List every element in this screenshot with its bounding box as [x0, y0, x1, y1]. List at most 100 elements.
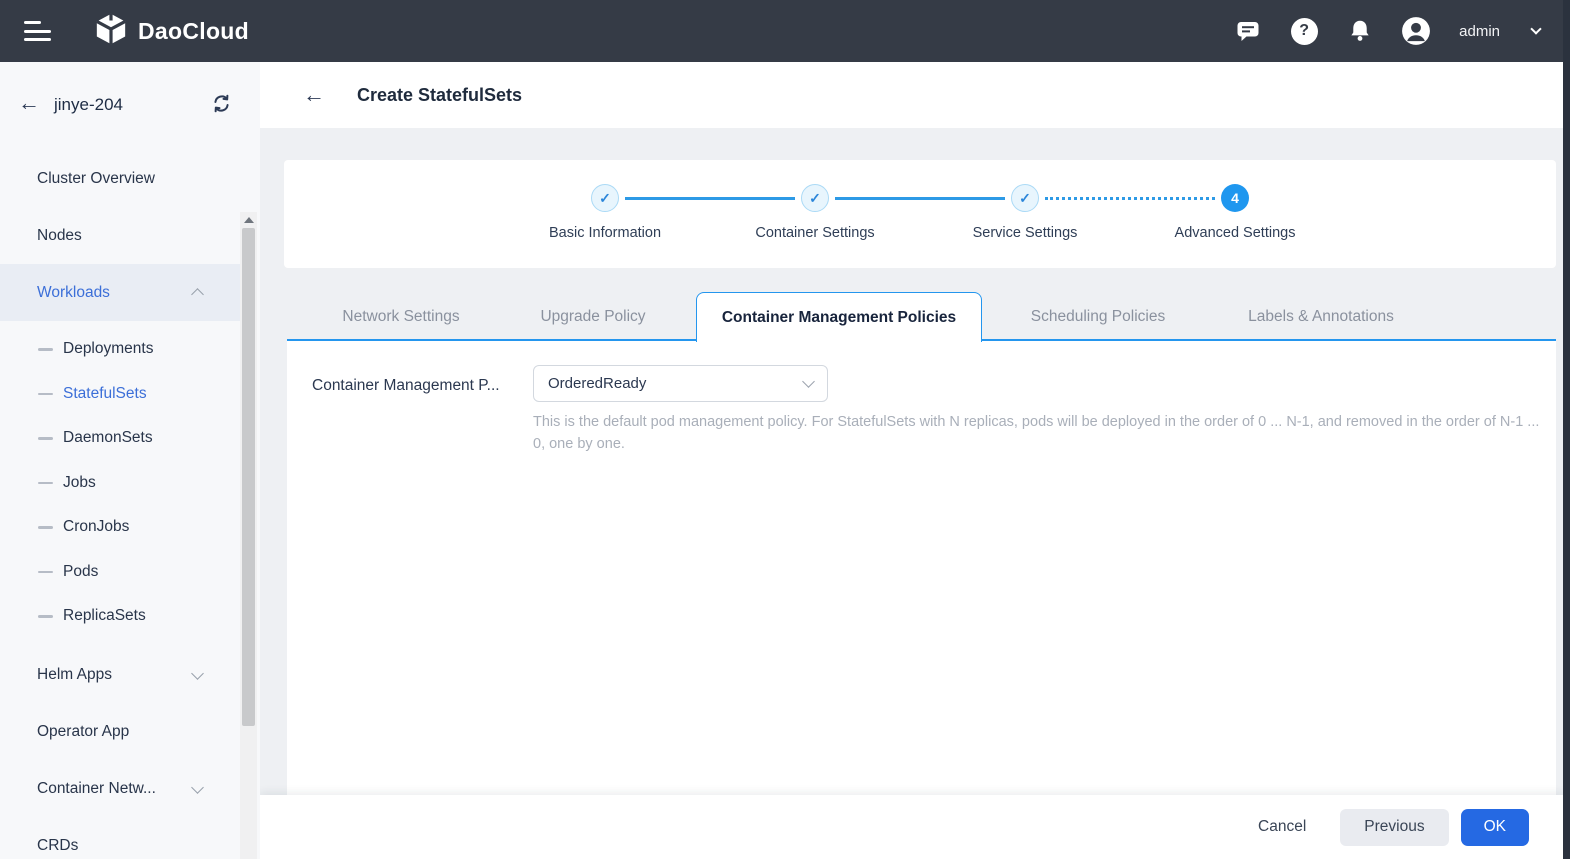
select-value: OrderedReady	[548, 375, 647, 392]
sidebar-item-deployments[interactable]: Deployments	[0, 327, 240, 372]
step-check-icon	[801, 184, 829, 212]
switch-cluster-icon[interactable]	[211, 93, 232, 119]
tab-label: Scheduling Policies	[1030, 307, 1166, 325]
tab-upgrade-policy[interactable]: Upgrade Policy	[540, 292, 645, 341]
step-advanced-settings[interactable]: 4 Advanced Settings	[1130, 184, 1340, 241]
sidebar-item-label: StatefulSets	[63, 384, 147, 402]
sidebar-item-label: CRDs	[37, 837, 79, 854]
stepper-card: Basic Information Container Settings Ser…	[284, 160, 1556, 268]
step-connector-dotted	[1045, 197, 1215, 200]
brand-name: DaoCloud	[138, 17, 249, 44]
sidebar-scrollbar-thumb[interactable]	[242, 228, 255, 726]
top-navigation-bar: DaoCloud ? admin	[0, 0, 1570, 62]
tab-network-settings[interactable]: Network Settings	[342, 292, 459, 341]
sidebar-item-label: Pods	[63, 562, 99, 580]
tab-label: Upgrade Policy	[540, 307, 646, 325]
daocloud-cube-icon	[94, 12, 128, 51]
step-container-settings[interactable]: Container Settings	[710, 184, 920, 241]
scroll-up-arrow-icon[interactable]	[244, 217, 254, 223]
stepper: Basic Information Container Settings Ser…	[500, 160, 1340, 268]
sidebar-item-label: CronJobs	[63, 518, 130, 536]
sidebar-item-label: DaemonSets	[63, 429, 153, 447]
chevron-down-icon	[191, 780, 204, 794]
sidebar: ← jinye-204 Cluster Overview Nodes Workl…	[0, 62, 260, 859]
select-chevron-down-icon	[802, 375, 815, 388]
step-label: Basic Information	[548, 225, 662, 241]
step-label: Service Settings	[972, 225, 1078, 241]
sidebar-item-container-network[interactable]: Container Netw...	[0, 761, 240, 818]
sidebar-item-workloads[interactable]: Workloads	[0, 264, 240, 321]
dash-icon	[38, 526, 53, 529]
dash-icon	[38, 437, 53, 440]
sidebar-item-label: ReplicaSets	[63, 607, 146, 625]
sidebar-item-cronjobs[interactable]: CronJobs	[0, 505, 240, 550]
sidebar-item-label: Workloads	[37, 283, 110, 301]
step-label: Advanced Settings	[1174, 225, 1296, 241]
step-number: 4	[1221, 184, 1249, 212]
main-content: Basic Information Container Settings Ser…	[260, 128, 1563, 859]
tab-label: Labels & Annotations	[1248, 307, 1394, 325]
container-management-policy-select[interactable]: OrderedReady	[533, 365, 828, 402]
tab-label: Container Management Policies	[721, 308, 957, 326]
cancel-button[interactable]: Cancel	[1258, 818, 1306, 836]
dash-icon	[38, 615, 53, 618]
sidebar-item-cluster-overview[interactable]: Cluster Overview	[0, 150, 240, 207]
page-back-arrow-icon[interactable]: ←	[303, 84, 325, 106]
step-connector	[625, 197, 795, 200]
dash-icon	[38, 481, 53, 484]
cluster-name: jinye-204	[54, 95, 123, 114]
page-header: ← Create StatefulSets	[260, 62, 1563, 128]
sidebar-item-helm-apps[interactable]: Helm Apps	[0, 647, 240, 704]
page-title: Create StatefulSets	[357, 84, 523, 105]
help-icon[interactable]: ?	[1289, 16, 1319, 46]
sidebar-item-nodes[interactable]: Nodes	[0, 207, 240, 264]
tab-bar: Network Settings Upgrade Policy Containe…	[287, 292, 1556, 342]
policy-help-text: This is the default pod management polic…	[533, 414, 1540, 452]
container-management-policy-label: Container Management P...	[312, 377, 500, 394]
step-service-settings[interactable]: Service Settings	[920, 184, 1130, 241]
sidebar-scrollbar[interactable]	[240, 212, 257, 859]
sidebar-menu: Cluster Overview Nodes Workloads Deploym…	[0, 150, 240, 859]
chevron-down-icon	[191, 666, 204, 680]
sidebar-cluster-header: ← jinye-204	[0, 62, 260, 150]
sidebar-item-label: Operator App	[37, 723, 130, 740]
page-scrollbar[interactable]	[1563, 0, 1570, 859]
tab-scheduling-policies[interactable]: Scheduling Policies	[1031, 292, 1165, 341]
dash-icon	[38, 392, 53, 395]
sidebar-item-daemonsets[interactable]: DaemonSets	[0, 416, 240, 461]
sidebar-item-statefulsets[interactable]: StatefulSets	[0, 372, 240, 417]
chevron-up-icon	[191, 288, 204, 301]
workloads-submenu: Deployments StatefulSets DaemonSets Jobs…	[0, 321, 240, 647]
cluster-back-arrow-icon[interactable]: ←	[18, 92, 40, 114]
dash-icon	[38, 348, 53, 351]
action-footer: Cancel Previous OK	[260, 795, 1563, 859]
sidebar-item-label: Container Netw...	[37, 780, 156, 797]
tab-labels-annotations[interactable]: Labels & Annotations	[1248, 292, 1394, 341]
step-label: Container Settings	[755, 225, 875, 241]
sidebar-item-crds[interactable]: CRDs	[0, 818, 240, 859]
sidebar-item-label: Jobs	[63, 473, 96, 491]
previous-button[interactable]: Previous	[1340, 808, 1449, 846]
dash-icon	[38, 570, 53, 573]
sidebar-item-jobs[interactable]: Jobs	[0, 461, 240, 506]
sidebar-item-label: Nodes	[37, 226, 82, 244]
step-basic-information[interactable]: Basic Information	[500, 184, 710, 241]
tab-panel: Container Management P... OrderedReady T…	[287, 341, 1556, 795]
sidebar-item-label: Helm Apps	[37, 666, 112, 683]
step-check-icon	[1011, 184, 1039, 212]
step-connector	[835, 197, 1005, 200]
sidebar-item-replicasets[interactable]: ReplicaSets	[0, 594, 240, 639]
brand-logo[interactable]: DaoCloud	[94, 12, 249, 51]
notifications-bell-icon[interactable]	[1345, 16, 1375, 46]
tab-label: Network Settings	[342, 307, 460, 325]
ok-button[interactable]: OK	[1460, 808, 1529, 846]
menu-hamburger-icon[interactable]	[24, 21, 52, 41]
sidebar-item-operator-app[interactable]: Operator App	[0, 704, 240, 761]
user-avatar[interactable]	[1401, 16, 1431, 46]
sidebar-item-pods[interactable]: Pods	[0, 550, 240, 595]
user-menu-chevron-down-icon[interactable]	[1530, 23, 1542, 35]
messages-icon[interactable]	[1233, 16, 1263, 46]
username-label: admin	[1459, 22, 1500, 40]
tab-container-management-policies[interactable]: Container Management Policies	[696, 292, 982, 342]
step-check-icon	[591, 184, 619, 212]
